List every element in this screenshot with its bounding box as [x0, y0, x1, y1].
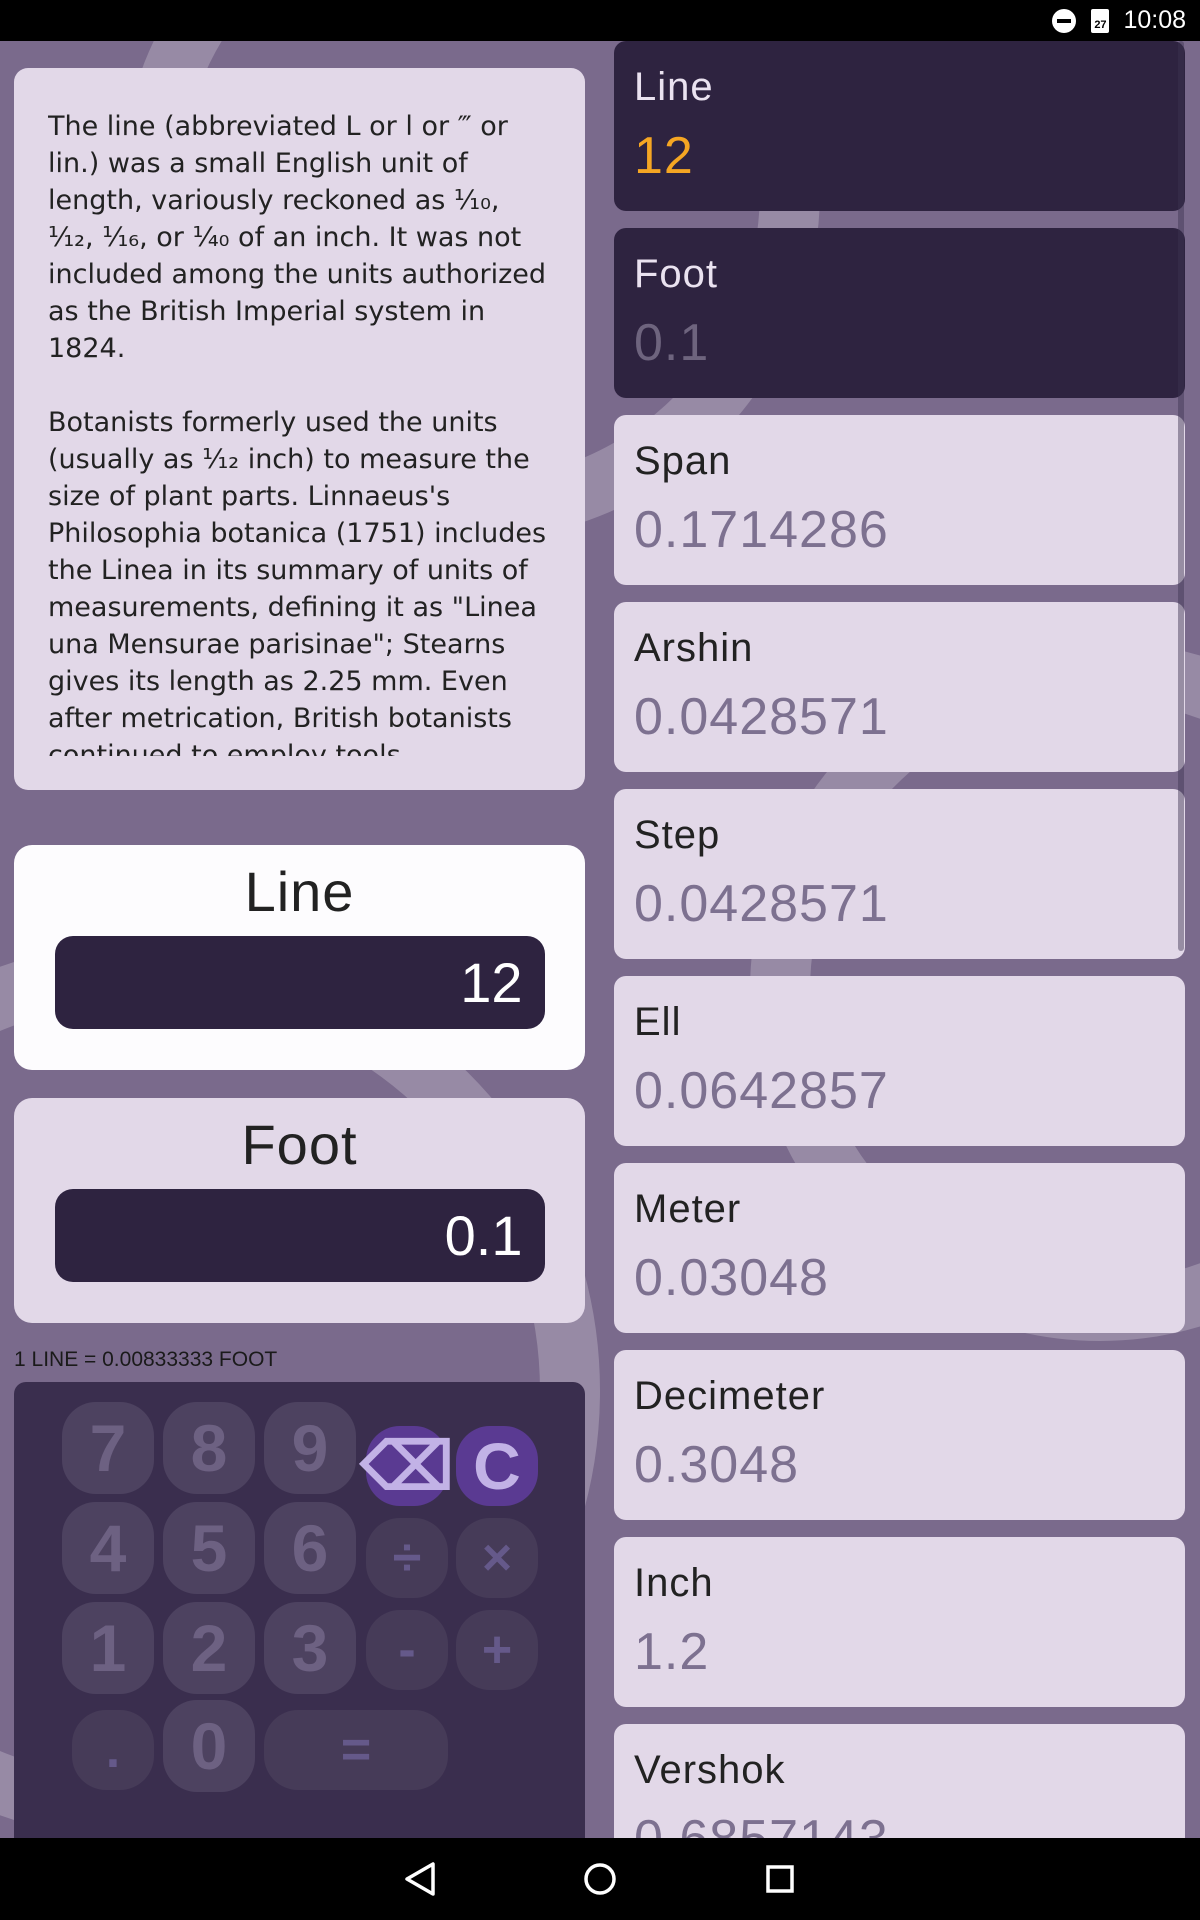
from-value-field[interactable]: 12 — [54, 936, 545, 1029]
result-card-ell[interactable]: Ell 0.0642857 — [614, 976, 1185, 1146]
result-card-decimeter[interactable]: Decimeter 0.3048 — [614, 1350, 1185, 1520]
result-unit-value: 0.0642857 — [634, 1062, 889, 1120]
recents-icon — [766, 1865, 794, 1893]
recents-button[interactable] — [750, 1849, 810, 1909]
keypad: 7 8 9 ⌫ C 4 5 6 ÷ × 1 2 3 - + . 0 = — [14, 1382, 585, 1838]
result-card-line[interactable]: Line 12 — [614, 41, 1185, 211]
key-6[interactable]: 6 — [264, 1502, 356, 1594]
minus-button[interactable]: - — [366, 1610, 448, 1690]
result-card-arshin[interactable]: Arshin 0.0428571 — [614, 602, 1185, 772]
results-list[interactable]: Line 12 Foot 0.1 Span 0.1714286 Arshin 0… — [614, 41, 1186, 1838]
multiply-button[interactable]: × — [456, 1518, 538, 1598]
result-unit-value: 0.1714286 — [634, 501, 889, 559]
result-unit-value: 0.1 — [634, 314, 710, 372]
decimal-button[interactable]: . — [72, 1710, 154, 1790]
result-card-span[interactable]: Span 0.1714286 — [614, 415, 1185, 585]
result-card-step[interactable]: Step 0.0428571 — [614, 789, 1185, 959]
key-4[interactable]: 4 — [62, 1502, 154, 1594]
result-unit-value: 0.03048 — [634, 1249, 829, 1307]
key-9[interactable]: 9 — [264, 1402, 356, 1494]
calendar-icon: 27 — [1087, 8, 1113, 34]
key-8[interactable]: 8 — [163, 1402, 255, 1494]
key-3[interactable]: 3 — [264, 1602, 356, 1694]
result-unit-name: Ell — [634, 1000, 682, 1044]
clock: 10:08 — [1123, 6, 1186, 34]
key-1[interactable]: 1 — [62, 1602, 154, 1694]
results-scrollbar[interactable] — [1178, 41, 1184, 951]
result-unit-name: Meter — [634, 1187, 742, 1231]
result-card-vershok[interactable]: Vershok 0.6857143 — [614, 1724, 1185, 1838]
navigation-bar — [0, 1838, 1200, 1920]
unit-description-text: The line (abbreviated L or l or ‴ or lin… — [48, 111, 547, 756]
home-button[interactable] — [570, 1849, 630, 1909]
status-bar: 27 10:08 — [0, 0, 1200, 41]
from-unit-name[interactable]: Line — [245, 859, 355, 924]
result-card-foot[interactable]: Foot 0.1 — [614, 228, 1185, 398]
from-unit-box[interactable]: Line 12 — [14, 845, 585, 1070]
result-card-inch[interactable]: Inch 1.2 — [614, 1537, 1185, 1707]
app-content: The line (abbreviated L or l or ‴ or lin… — [0, 41, 1200, 1838]
result-unit-value: 0.6857143 — [634, 1809, 1165, 1838]
result-unit-name: Vershok — [634, 1748, 786, 1792]
result-unit-name: Foot — [634, 252, 719, 296]
conversion-formula: 1 LINE = 0.00833333 FOOT — [14, 1348, 278, 1371]
back-icon — [405, 1862, 435, 1896]
result-card-meter[interactable]: Meter 0.03048 — [614, 1163, 1185, 1333]
result-unit-name: Arshin — [634, 626, 754, 670]
to-unit-name[interactable]: Foot — [241, 1112, 357, 1177]
result-unit-value: 1.2 — [634, 1623, 710, 1681]
result-unit-value: 0.0428571 — [634, 688, 889, 746]
backspace-button[interactable]: ⌫ — [360, 1426, 454, 1506]
clear-button[interactable]: C — [456, 1426, 538, 1506]
equals-button[interactable]: = — [264, 1710, 448, 1790]
back-button[interactable] — [390, 1849, 450, 1909]
key-2[interactable]: 2 — [163, 1602, 255, 1694]
to-unit-box[interactable]: Foot 0.1 — [14, 1098, 585, 1323]
result-unit-value: 0.3048 — [634, 1436, 800, 1494]
to-value-field[interactable]: 0.1 — [54, 1189, 545, 1282]
key-7[interactable]: 7 — [62, 1402, 154, 1494]
plus-button[interactable]: + — [456, 1610, 538, 1690]
result-unit-name: Step — [634, 813, 721, 857]
do-not-disturb-icon — [1051, 8, 1077, 34]
result-unit-value: 0.0428571 — [634, 875, 889, 933]
divide-button[interactable]: ÷ — [366, 1518, 448, 1598]
result-unit-value: 12 — [634, 127, 694, 185]
unit-description-card[interactable]: The line (abbreviated L or l or ‴ or lin… — [14, 68, 585, 790]
key-0[interactable]: 0 — [163, 1700, 255, 1792]
home-icon — [584, 1863, 616, 1895]
result-unit-name: Decimeter — [634, 1374, 826, 1418]
backspace-icon: ⌫ — [360, 1428, 454, 1503]
result-unit-name: Span — [634, 439, 732, 483]
result-unit-name: Line — [634, 65, 714, 109]
key-5[interactable]: 5 — [163, 1502, 255, 1594]
result-unit-name: Inch — [634, 1561, 714, 1605]
